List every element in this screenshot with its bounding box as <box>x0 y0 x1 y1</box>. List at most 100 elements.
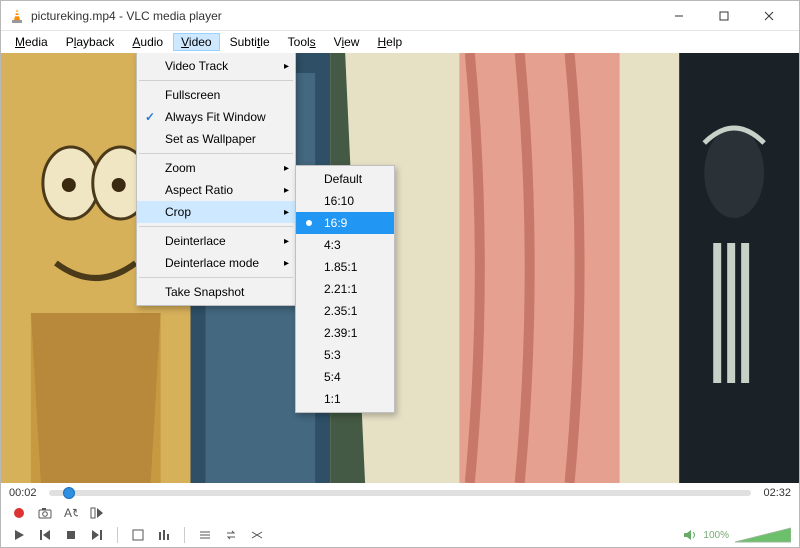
crop-option-1-85-1[interactable]: 1.85:1 <box>296 256 394 278</box>
time-elapsed[interactable]: 00:02 <box>9 487 43 499</box>
crop-option-2-21-1[interactable]: 2.21:1 <box>296 278 394 300</box>
menu-label: Aspect Ratio <box>165 183 233 197</box>
equalizer-icon <box>158 529 170 541</box>
shuffle-icon <box>251 529 263 541</box>
extended-settings-button[interactable] <box>154 526 174 544</box>
crop-option-16-10[interactable]: 16:10 <box>296 190 394 212</box>
menu-item-zoom[interactable]: Zoom ▸ <box>137 157 295 179</box>
menu-separator <box>139 226 293 227</box>
crop-option-default[interactable]: Default <box>296 168 394 190</box>
menu-item-deinterlace[interactable]: Deinterlace▸ <box>137 230 295 252</box>
crop-option-2-39-1[interactable]: 2.39:1 <box>296 322 394 344</box>
menu-label: Video Track <box>165 59 228 73</box>
window-title: pictureking.mp4 - VLC media player <box>31 9 656 23</box>
window-controls <box>656 2 791 30</box>
close-button[interactable] <box>746 2 791 30</box>
menu-item-aspect-ratio[interactable]: Aspect Ratio▸ <box>137 179 295 201</box>
crop-option-4-3[interactable]: 4:3 <box>296 234 394 256</box>
menu-separator <box>139 153 293 154</box>
menu-video[interactable]: Video <box>173 33 219 51</box>
menu-label: 5:4 <box>324 370 341 384</box>
snapshot-button[interactable] <box>35 504 55 522</box>
radio-dot-icon <box>306 220 312 226</box>
record-button[interactable] <box>9 504 29 522</box>
chevron-right-icon: ▸ <box>284 236 289 247</box>
menu-item-take-snapshot[interactable]: Take Snapshot <box>137 281 295 303</box>
time-total[interactable]: 02:32 <box>757 487 791 499</box>
menu-label: 16:9 <box>324 216 347 230</box>
skip-next-icon <box>91 529 103 541</box>
speaker-icon[interactable] <box>683 528 697 542</box>
maximize-button[interactable] <box>701 2 746 30</box>
svg-text:A↻B: A↻B <box>64 507 78 519</box>
menu-label: 5:3 <box>324 348 341 362</box>
menu-label: 2.21:1 <box>324 282 357 296</box>
menu-separator <box>139 277 293 278</box>
menu-item-video-track[interactable]: Video Track ▸ <box>137 55 295 77</box>
loop-icon <box>225 529 237 541</box>
seek-slider[interactable] <box>49 490 751 496</box>
menu-item-crop[interactable]: Crop▸ <box>137 201 295 223</box>
menu-label: Default <box>324 172 362 186</box>
menu-label: Take Snapshot <box>165 285 244 299</box>
menu-label: 2.39:1 <box>324 326 357 340</box>
menu-label: 1:1 <box>324 392 341 406</box>
crop-option-16-9[interactable]: 16:9 <box>296 212 394 234</box>
previous-button[interactable] <box>35 526 55 544</box>
menu-label: Zoom <box>165 161 196 175</box>
loop-ab-button[interactable]: A↻B <box>61 504 81 522</box>
seek-knob-icon[interactable] <box>63 487 75 499</box>
play-icon <box>13 529 25 541</box>
vlc-logo-icon <box>9 8 25 24</box>
shuffle-button[interactable] <box>247 526 267 544</box>
chevron-right-icon: ▸ <box>284 258 289 269</box>
next-button[interactable] <box>87 526 107 544</box>
volume-slider[interactable] <box>735 526 791 544</box>
menu-separator <box>139 80 293 81</box>
menu-label: 16:10 <box>324 194 354 208</box>
menu-tools[interactable]: Tools <box>280 33 324 51</box>
menu-item-deinterlace-mode[interactable]: Deinterlace mode▸ <box>137 252 295 274</box>
chevron-right-icon: ▸ <box>284 163 289 174</box>
menu-label: Always Fit Window <box>165 110 266 124</box>
camera-icon <box>38 507 52 519</box>
menu-media[interactable]: Media <box>7 33 56 51</box>
crop-option-5-4[interactable]: 5:4 <box>296 366 394 388</box>
seek-row: 00:02 02:32 <box>1 483 799 503</box>
menu-label: Fullscreen <box>165 88 220 102</box>
loop-ab-icon: A↻B <box>64 507 78 519</box>
stop-button[interactable] <box>61 526 81 544</box>
fullscreen-icon <box>132 529 144 541</box>
volume-percent: 100% <box>703 530 729 541</box>
menu-item-always-fit[interactable]: ✓ Always Fit Window <box>137 106 295 128</box>
menu-playback[interactable]: Playback <box>58 33 123 51</box>
crop-option-2-35-1[interactable]: 2.35:1 <box>296 300 394 322</box>
menu-label: 1.85:1 <box>324 260 357 274</box>
fullscreen-button[interactable] <box>128 526 148 544</box>
crop-option-1-1[interactable]: 1:1 <box>296 388 394 410</box>
playlist-button[interactable] <box>195 526 215 544</box>
menu-audio[interactable]: Audio <box>124 33 171 51</box>
loop-button[interactable] <box>221 526 241 544</box>
crop-submenu: Default 16:10 16:9 4:3 1.85:1 2.21:1 2.3… <box>295 165 395 413</box>
menu-label: 4:3 <box>324 238 341 252</box>
video-canvas: Video Track ▸ Fullscreen ✓ Always Fit Wind… <box>1 53 799 483</box>
chevron-right-icon: ▸ <box>284 207 289 218</box>
play-button[interactable] <box>9 526 29 544</box>
menu-help[interactable]: Help <box>369 33 410 51</box>
playback-toolbar: 100% <box>1 523 799 547</box>
menu-label: Set as Wallpaper <box>165 132 256 146</box>
menu-item-set-wallpaper[interactable]: Set as Wallpaper <box>137 128 295 150</box>
menu-subtitle[interactable]: Subtitle <box>222 33 278 51</box>
menu-item-fullscreen[interactable]: Fullscreen <box>137 84 295 106</box>
record-icon <box>14 508 24 518</box>
toolbar-separator <box>184 527 185 543</box>
checkmark-icon: ✓ <box>145 110 155 124</box>
menu-view[interactable]: View <box>326 33 368 51</box>
toolbar-separator <box>117 527 118 543</box>
crop-option-5-3[interactable]: 5:3 <box>296 344 394 366</box>
menu-bar: Media Playback Audio Video Subtitle Tool… <box>1 31 799 53</box>
frame-step-button[interactable] <box>87 504 107 522</box>
chevron-right-icon: ▸ <box>284 61 289 72</box>
minimize-button[interactable] <box>656 2 701 30</box>
